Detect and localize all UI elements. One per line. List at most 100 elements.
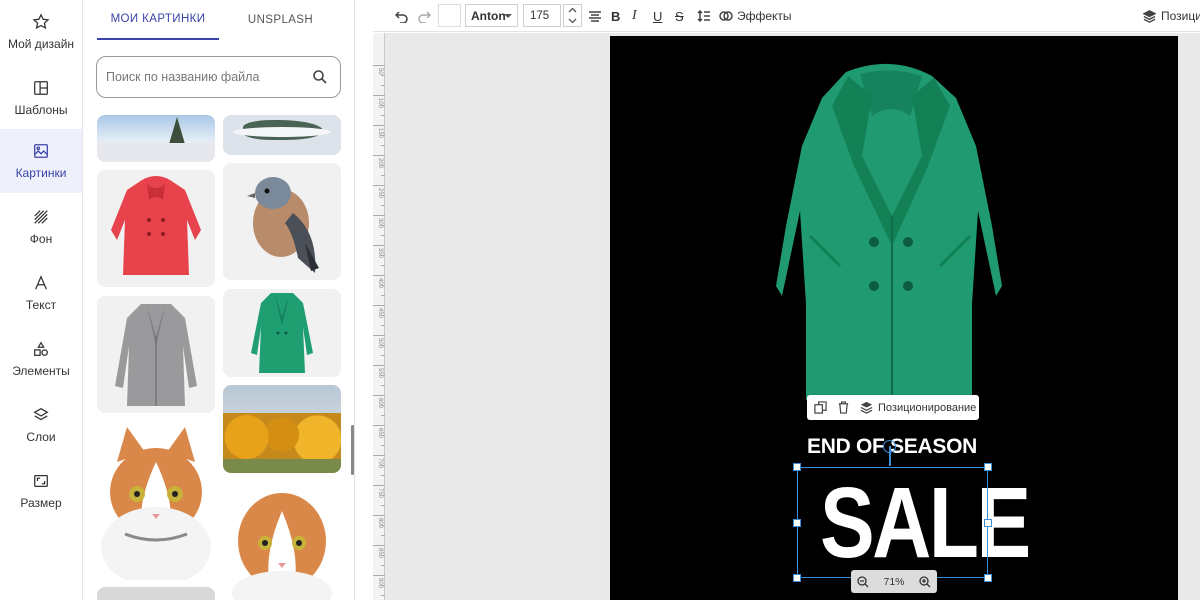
chevron-up-icon[interactable] xyxy=(564,5,581,15)
sidebar-item-label: Слои xyxy=(26,430,56,444)
ruler-subtick xyxy=(381,75,385,76)
ruler-label: 50 xyxy=(377,68,383,75)
image-thumbnail-autumn-trees[interactable] xyxy=(223,385,341,473)
ruler-subtick xyxy=(381,145,385,146)
ruler-tick xyxy=(373,185,385,186)
ruler-subtick xyxy=(381,85,385,86)
resize-handle-middle-right[interactable] xyxy=(984,519,992,527)
ruler-tick xyxy=(373,365,385,366)
sidebar-item-text[interactable]: Текст xyxy=(0,261,82,325)
sidebar-item-templates[interactable]: Шаблоны xyxy=(0,66,82,130)
ruler-tick xyxy=(373,545,385,546)
ruler-label: 350 xyxy=(377,248,383,259)
sidebar-item-label: Текст xyxy=(25,298,57,312)
ruler-tick xyxy=(373,425,385,426)
font-size-value: 175 xyxy=(530,9,550,22)
tab-my-images[interactable]: МОИ КАРТИНКИ xyxy=(97,0,219,40)
resize-icon xyxy=(34,474,48,488)
ruler-tick xyxy=(373,65,385,66)
ruler-label: 200 xyxy=(377,158,383,169)
position-button[interactable]: Позиция xyxy=(1143,0,1200,32)
ruler-tick xyxy=(373,215,385,216)
undo-icon xyxy=(395,11,408,23)
text-icon xyxy=(35,275,47,290)
resize-handle-middle-left[interactable] xyxy=(793,519,801,527)
align-button[interactable] xyxy=(588,0,602,32)
underline-button[interactable]: U xyxy=(653,0,662,32)
sidebar-item-label: Фон xyxy=(29,232,53,246)
sidebar-item-layers[interactable]: Слои xyxy=(0,393,82,457)
sidebar-item-elements[interactable]: Элементы xyxy=(0,327,82,391)
trash-icon[interactable] xyxy=(837,401,850,414)
design-canvas[interactable]: Позиционирование END OF SEASON SALE 71% xyxy=(610,36,1178,600)
font-name: Anton xyxy=(471,8,506,23)
positioning-button[interactable]: Позиционирование xyxy=(878,402,976,414)
resize-handle-bottom-left[interactable] xyxy=(793,574,801,582)
ruler-tick xyxy=(373,95,385,96)
sidebar-item-background[interactable]: Фон xyxy=(0,195,82,259)
resize-handle-bottom-right[interactable] xyxy=(984,574,992,582)
image-thumbnail-cat[interactable] xyxy=(97,422,215,580)
image-grid xyxy=(96,115,344,600)
rotate-handle-icon[interactable] xyxy=(883,440,896,453)
duplicate-icon[interactable] xyxy=(814,401,827,414)
resize-handle-top-right[interactable] xyxy=(984,463,992,471)
image-icon xyxy=(34,144,48,158)
search-box xyxy=(96,56,341,98)
image-thumbnail-grey-coat[interactable] xyxy=(97,296,215,413)
ruler-subtick xyxy=(381,105,385,106)
resize-handle-top-left[interactable] xyxy=(793,463,801,471)
ruler-subtick xyxy=(381,475,385,476)
red-coat-picture xyxy=(111,176,201,275)
strikethrough-button[interactable]: S xyxy=(675,0,684,32)
green-coat-picture xyxy=(251,293,313,373)
search-icon[interactable] xyxy=(312,69,328,85)
sidebar-item-size[interactable]: Размер xyxy=(0,459,82,523)
zoom-in-icon[interactable] xyxy=(919,575,931,588)
image-thumbnail-cat-2[interactable] xyxy=(223,481,341,600)
ruler-subtick xyxy=(381,225,385,226)
image-thumbnail-red-coat[interactable] xyxy=(97,170,215,287)
zoom-level: 71% xyxy=(883,575,905,588)
italic-button[interactable]: I xyxy=(632,0,637,32)
redo-button[interactable] xyxy=(417,0,431,32)
panel-scrollbar[interactable] xyxy=(351,425,354,475)
image-thumbnail[interactable] xyxy=(97,587,215,600)
shapes-icon xyxy=(34,341,48,356)
sidebar-item-label: Размер xyxy=(20,496,62,510)
ruler-subtick xyxy=(381,525,385,526)
canvas-workspace: 50 100 150 200 250 300 350 400 450 500 550 600 650 70… xyxy=(373,33,1200,600)
text-color-picker[interactable] xyxy=(438,4,461,27)
ruler-tick xyxy=(373,335,385,336)
image-thumbnail-green-coat[interactable] xyxy=(223,289,341,377)
ruler-subtick xyxy=(381,585,385,586)
left-nav-rail: Мой дизайн Шаблоны Картинки Фон Текст Эл… xyxy=(0,0,83,600)
image-thumbnail-chaffinch-bird[interactable] xyxy=(223,163,341,280)
ruler-label: 450 xyxy=(377,308,383,319)
chevron-down-icon[interactable] xyxy=(564,16,581,26)
search-input[interactable] xyxy=(106,67,306,87)
top-toolbar: Anton 175 B I U S Эффекты Позиция xyxy=(373,0,1200,32)
sidebar-item-label: Шаблоны xyxy=(14,103,68,117)
ruler-tick xyxy=(373,155,385,156)
sidebar-item-label: Картинки xyxy=(15,166,67,180)
font-size-input[interactable]: 175 xyxy=(523,4,561,27)
line-spacing-icon xyxy=(697,9,710,23)
ruler-label: 850 xyxy=(377,548,383,559)
zoom-out-icon[interactable] xyxy=(857,575,869,588)
bold-button[interactable]: B xyxy=(611,0,620,32)
ruler-label: 650 xyxy=(377,428,383,439)
font-size-stepper[interactable] xyxy=(563,4,582,27)
sidebar-item-images[interactable]: Картинки xyxy=(0,129,82,193)
effects-button[interactable]: Эффекты xyxy=(719,0,792,32)
image-thumbnail-snowy-branches[interactable] xyxy=(223,115,341,155)
undo-button[interactable] xyxy=(395,0,409,32)
font-select[interactable]: Anton xyxy=(465,4,518,27)
line-spacing-button[interactable] xyxy=(697,0,711,32)
sidebar-item-my-design[interactable]: Мой дизайн xyxy=(0,0,82,64)
image-thumbnail-winter-landscape[interactable] xyxy=(97,115,215,162)
tab-unsplash[interactable]: UNSPLASH xyxy=(223,0,338,40)
redo-icon xyxy=(418,11,431,23)
sidebar-item-label: Мой дизайн xyxy=(7,37,75,51)
star-icon xyxy=(32,13,50,30)
